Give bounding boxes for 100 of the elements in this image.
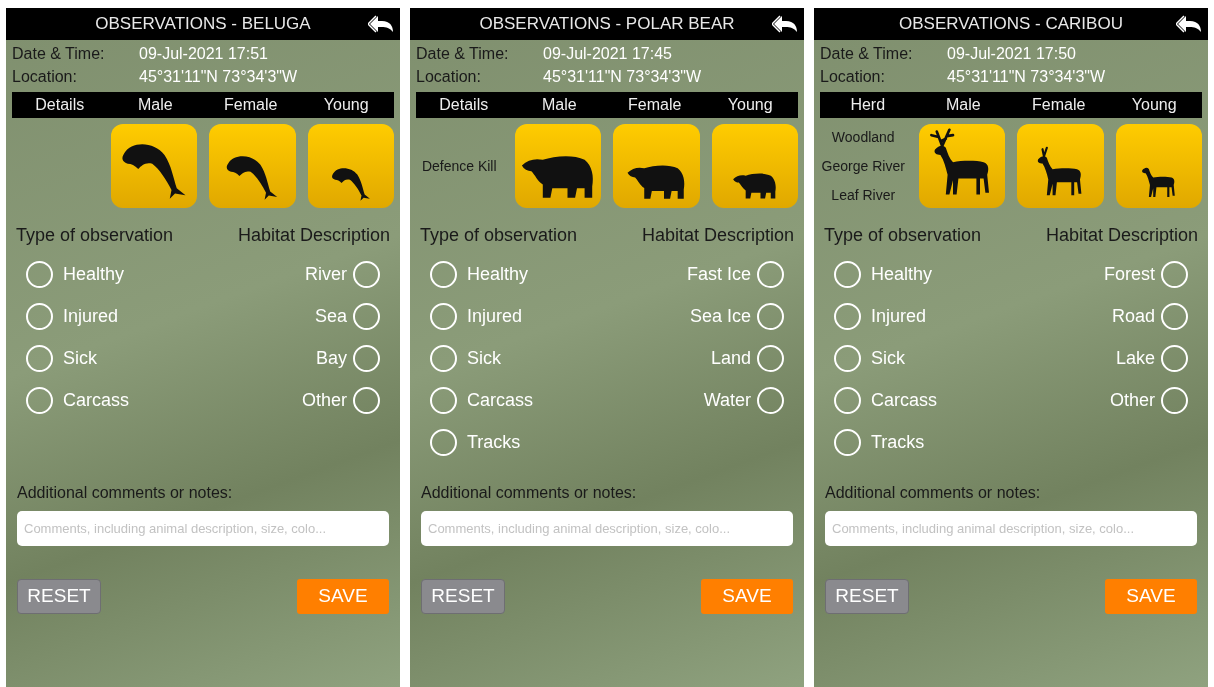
- radio-button[interactable]: [757, 387, 784, 414]
- observation-heading: Type of observation: [16, 224, 174, 247]
- option-label: Road: [1111, 305, 1155, 328]
- screen-title: OBSERVATIONS - CARIBOU: [899, 13, 1123, 36]
- radio-button[interactable]: [1161, 303, 1188, 330]
- option-label: Sea Ice: [689, 305, 751, 328]
- date-value: 09-Jul-2021 17:50: [947, 44, 1076, 64]
- radio-button[interactable]: [353, 345, 380, 372]
- date-value: 09-Jul-2021 17:45: [543, 44, 672, 64]
- save-button[interactable]: SAVE: [701, 579, 793, 614]
- radio-button[interactable]: [430, 429, 457, 456]
- back-arrow-icon[interactable]: [368, 14, 394, 34]
- radio-button[interactable]: [430, 345, 457, 372]
- animal-button[interactable]: [918, 124, 1005, 208]
- radio-button[interactable]: [26, 387, 53, 414]
- radio-button[interactable]: [834, 261, 861, 288]
- option-label: Healthy: [871, 263, 933, 286]
- option-label: Sick: [63, 347, 97, 370]
- option-label: Carcass: [467, 389, 533, 412]
- observation-heading: Type of observation: [824, 224, 982, 247]
- column-header: Male: [136, 95, 174, 115]
- column-header: Male: [540, 95, 578, 115]
- animal-button[interactable]: [1115, 124, 1202, 208]
- reset-button[interactable]: RESET: [17, 579, 101, 614]
- radio-button[interactable]: [353, 387, 380, 414]
- option-label: Carcass: [63, 389, 129, 412]
- option-label: Injured: [467, 305, 523, 328]
- option-label: Healthy: [467, 263, 529, 286]
- comments-field[interactable]: Comments, including animal description, size, colo...: [17, 511, 389, 546]
- option-label: River: [305, 263, 347, 286]
- column-header: Young: [726, 95, 774, 115]
- back-arrow-icon[interactable]: [772, 14, 798, 34]
- radio-button[interactable]: [430, 261, 457, 288]
- radio-button[interactable]: [1161, 387, 1188, 414]
- reset-button[interactable]: RESET: [825, 579, 909, 614]
- option-label: Water: [703, 389, 751, 412]
- date-value: 09-Jul-2021 17:51: [139, 44, 268, 64]
- option-label: Other: [301, 389, 347, 412]
- radio-button[interactable]: [834, 387, 861, 414]
- radio-button[interactable]: [430, 387, 457, 414]
- column-header: Details: [438, 95, 490, 115]
- radio-button[interactable]: [1161, 261, 1188, 288]
- comments-field[interactable]: Comments, including animal description, size, colo...: [825, 511, 1197, 546]
- option-label: Carcass: [871, 389, 937, 412]
- column-header: Female: [223, 95, 279, 115]
- radio-button[interactable]: [834, 429, 861, 456]
- radio-button[interactable]: [757, 303, 784, 330]
- animal-button[interactable]: [514, 124, 601, 208]
- detail-option[interactable]: Defence Kill: [421, 155, 497, 177]
- radio-button[interactable]: [757, 261, 784, 288]
- location-label: Location:: [12, 67, 78, 87]
- date-label: Date & Time:: [12, 44, 106, 64]
- comments-field[interactable]: Comments, including animal description, size, colo...: [421, 511, 793, 546]
- location-label: Location:: [820, 67, 886, 87]
- detail-option[interactable]: George River: [821, 155, 905, 177]
- radio-button[interactable]: [1161, 345, 1188, 372]
- radio-button[interactable]: [26, 303, 53, 330]
- screen-title: OBSERVATIONS - BELUGA: [95, 13, 311, 36]
- option-label: Lake: [1115, 347, 1155, 370]
- radio-button[interactable]: [353, 303, 380, 330]
- reset-button[interactable]: RESET: [421, 579, 505, 614]
- column-header: Female: [627, 95, 683, 115]
- notes-label: Additional comments or notes:: [825, 483, 1042, 503]
- detail-option[interactable]: Woodland: [831, 126, 895, 148]
- date-label: Date & Time:: [820, 44, 914, 64]
- detail-option[interactable]: Leaf River: [831, 184, 896, 206]
- radio-button[interactable]: [757, 345, 784, 372]
- option-label: Forest: [1104, 263, 1155, 286]
- animal-button[interactable]: [110, 124, 197, 208]
- option-label: Sea: [314, 305, 347, 328]
- screen-title: OBSERVATIONS - POLAR BEAR: [479, 13, 735, 36]
- radio-button[interactable]: [26, 345, 53, 372]
- column-header: Male: [944, 95, 982, 115]
- option-label: Other: [1109, 389, 1155, 412]
- option-label: Sick: [871, 347, 905, 370]
- option-label: Healthy: [63, 263, 125, 286]
- habitat-heading: Habitat Description: [641, 224, 794, 247]
- radio-button[interactable]: [834, 303, 861, 330]
- location-label: Location:: [416, 67, 482, 87]
- animal-button[interactable]: [711, 124, 798, 208]
- radio-button[interactable]: [26, 261, 53, 288]
- animal-button[interactable]: [1017, 124, 1104, 208]
- animal-button[interactable]: [209, 124, 296, 208]
- date-label: Date & Time:: [416, 44, 510, 64]
- location-value: 45°31'11"N 73°34'3"W: [543, 67, 702, 87]
- notes-label: Additional comments or notes:: [421, 483, 638, 503]
- option-label: Bay: [315, 347, 347, 370]
- option-label: Tracks: [871, 431, 925, 454]
- animal-button[interactable]: [613, 124, 700, 208]
- option-label: Injured: [871, 305, 927, 328]
- save-button[interactable]: SAVE: [297, 579, 389, 614]
- column-header: Herd: [849, 95, 887, 115]
- animal-button[interactable]: [307, 124, 394, 208]
- back-arrow-icon[interactable]: [1176, 14, 1202, 34]
- option-label: Land: [710, 347, 751, 370]
- radio-button[interactable]: [834, 345, 861, 372]
- radio-button[interactable]: [353, 261, 380, 288]
- observation-heading: Type of observation: [420, 224, 578, 247]
- save-button[interactable]: SAVE: [1105, 579, 1197, 614]
- radio-button[interactable]: [430, 303, 457, 330]
